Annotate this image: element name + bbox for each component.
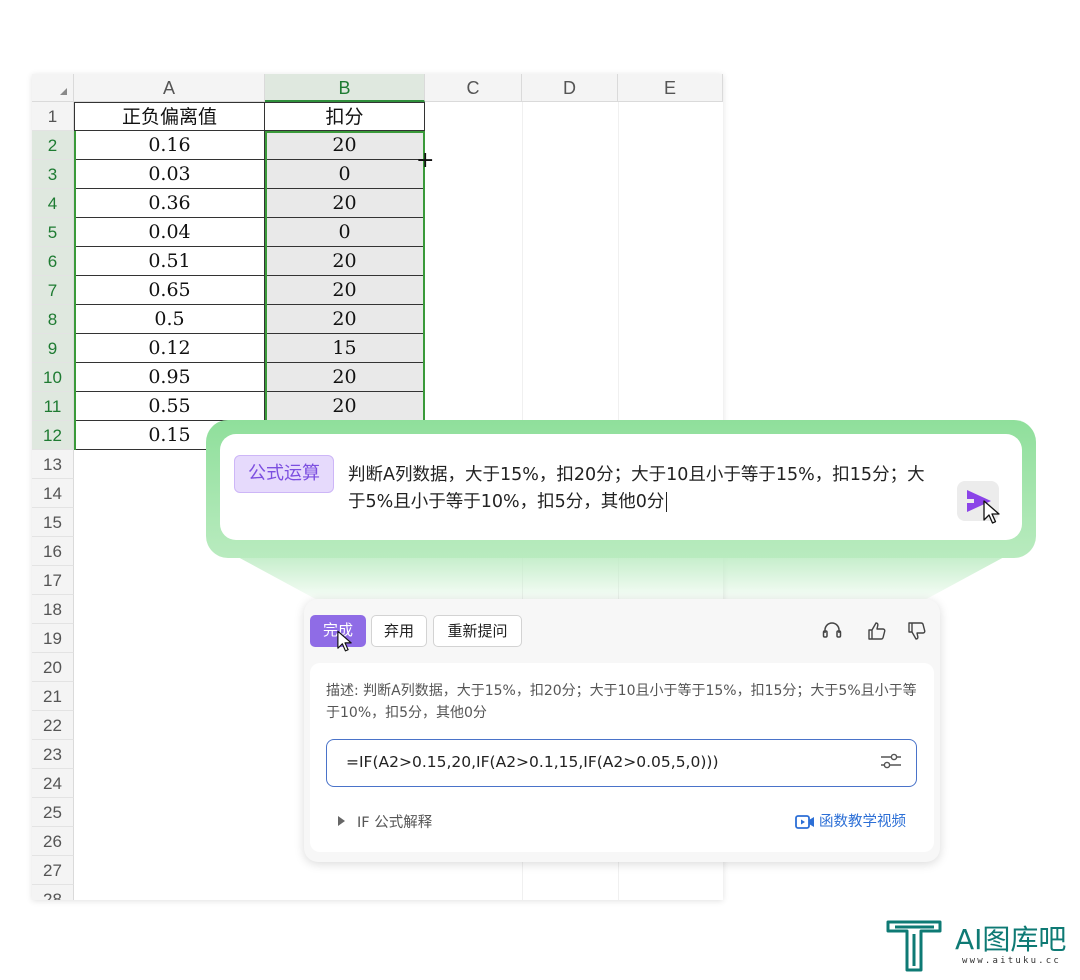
cell-b[interactable]: 20 [265, 392, 425, 421]
thumbs-up-icon[interactable] [866, 620, 888, 642]
cell-b[interactable]: 0 [265, 160, 425, 189]
cell-b[interactable]: 0 [265, 218, 425, 247]
expand-arrow-icon [338, 816, 345, 826]
row-header[interactable]: 2 [32, 131, 74, 160]
column-header-c[interactable]: C [425, 74, 522, 102]
thumbs-down-icon[interactable] [906, 620, 928, 642]
video-icon [795, 815, 814, 829]
watermark-url: www.aituku.cc [962, 956, 1062, 966]
mouse-pointer-icon [337, 630, 352, 652]
fill-cursor-icon: + [416, 148, 435, 173]
row-header[interactable]: 7 [32, 276, 74, 305]
row-header[interactable]: 19 [32, 624, 74, 653]
row-header[interactable]: 15 [32, 508, 74, 537]
row-header[interactable]: 27 [32, 856, 74, 885]
row-header[interactable]: 8 [32, 305, 74, 334]
row-header[interactable]: 6 [32, 247, 74, 276]
row-header[interactable]: 17 [32, 566, 74, 595]
cell-b[interactable]: 20 [265, 276, 425, 305]
row-header[interactable]: 11 [32, 392, 74, 421]
formula-text[interactable]: =IF(A2>0.15,20,IF(A2>0.1,15,IF(A2>0.05,5… [346, 753, 719, 771]
column-header-d[interactable]: D [522, 74, 618, 102]
row-header[interactable]: 10 [32, 363, 74, 392]
formula-description: 描述: 判断A列数据，大于15%，扣20分；大于10且小于等于15%，扣15分；… [326, 683, 917, 721]
cell-b[interactable]: 20 [265, 363, 425, 392]
column-header-b[interactable]: B [265, 74, 425, 102]
cell-b[interactable]: 20 [265, 131, 425, 160]
send-icon-notch [966, 499, 974, 503]
cell-a[interactable]: 0.51 [74, 247, 265, 276]
column-header-e[interactable]: E [618, 74, 723, 102]
watermark-brand: AI图库吧 [955, 923, 1067, 956]
cell-b[interactable]: 20 [265, 305, 425, 334]
cell-b[interactable]: 20 [265, 189, 425, 218]
explain-label: IF 公式解释 [357, 815, 433, 831]
header-cell-a[interactable]: 正负偏离值 [74, 102, 265, 131]
settings-sliders-icon[interactable] [879, 750, 903, 772]
row-header[interactable]: 5 [32, 218, 74, 247]
row-header[interactable]: 23 [32, 740, 74, 769]
row-header[interactable]: 1 [32, 102, 74, 131]
row-header[interactable]: 16 [32, 537, 74, 566]
headset-icon[interactable] [821, 620, 843, 642]
selection-edge [74, 131, 76, 450]
formula-mode-tag[interactable]: 公式运算 [234, 455, 334, 493]
cell-a[interactable]: 0.65 [74, 276, 265, 305]
row-header[interactable]: 20 [32, 653, 74, 682]
cell-a[interactable]: 0.95 [74, 363, 265, 392]
row-header[interactable]: 24 [32, 769, 74, 798]
row-header[interactable]: 21 [32, 682, 74, 711]
cell-b[interactable]: 20 [265, 247, 425, 276]
cell-a[interactable]: 0.16 [74, 131, 265, 160]
row-header[interactable]: 28 [32, 885, 74, 900]
select-all-corner[interactable] [32, 74, 74, 102]
header-cell-b[interactable]: 扣分 [265, 102, 425, 131]
row-header[interactable]: 3 [32, 160, 74, 189]
row-header[interactable]: 25 [32, 798, 74, 827]
retry-button[interactable]: 重新提问 [433, 615, 522, 647]
tutorial-video-link[interactable]: 函数教学视频 [795, 810, 906, 831]
cell-a[interactable]: 0.36 [74, 189, 265, 218]
row-header[interactable]: 12 [32, 421, 74, 450]
prompt-input[interactable]: 判断A列数据，大于15%，扣20分；大于10且小于等于15%，扣15分；大于5%… [348, 462, 938, 516]
mouse-pointer-icon [983, 500, 1000, 524]
cell-a[interactable]: 0.03 [74, 160, 265, 189]
row-header[interactable]: 26 [32, 827, 74, 856]
aituku-logo-icon [886, 920, 942, 972]
discard-button[interactable]: 弃用 [371, 615, 427, 647]
column-header-a[interactable]: A [74, 74, 265, 102]
cell-a[interactable]: 0.04 [74, 218, 265, 247]
cell-a[interactable]: 0.5 [74, 305, 265, 334]
cell-a[interactable]: 0.55 [74, 392, 265, 421]
text-caret [666, 492, 668, 512]
video-link-label: 函数教学视频 [819, 814, 906, 830]
cell-b[interactable]: 15 [265, 334, 425, 363]
row-header[interactable]: 22 [32, 711, 74, 740]
row-header[interactable]: 13 [32, 450, 74, 479]
row-header[interactable]: 9 [32, 334, 74, 363]
row-header[interactable]: 18 [32, 595, 74, 624]
prompt-text: 判断A列数据，大于15%，扣20分；大于10且小于等于15%，扣15分；大于5%… [348, 465, 925, 512]
row-header[interactable]: 4 [32, 189, 74, 218]
formula-explain-toggle[interactable]: IF 公式解释 [338, 811, 432, 832]
cell-a[interactable]: 0.12 [74, 334, 265, 363]
row-header[interactable]: 14 [32, 479, 74, 508]
